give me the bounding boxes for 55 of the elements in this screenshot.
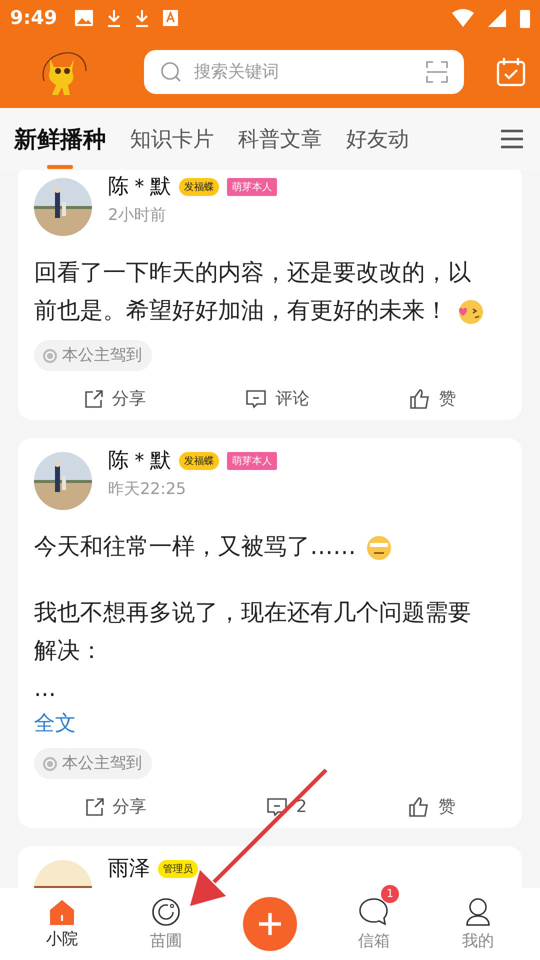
download-icon xyxy=(135,9,150,27)
house-icon xyxy=(48,898,76,924)
target-icon xyxy=(42,348,58,364)
target-icon xyxy=(42,756,58,772)
wifi-icon xyxy=(452,9,474,27)
share-icon xyxy=(84,796,105,816)
search-field[interactable]: 搜索关键词 xyxy=(144,50,464,94)
thumbs-up-icon xyxy=(408,796,430,816)
post-text: 回看了一下昨天的内容，还是要改改的，以前也是。希望好好加油，有更好的未来！ xyxy=(34,254,506,330)
chat-bubble-icon xyxy=(358,896,390,926)
post-time: 昨天22:25 xyxy=(108,479,188,500)
ring-icon xyxy=(151,896,181,926)
nav-tab[interactable]: 我的 xyxy=(462,896,494,952)
category-tab[interactable]: 科普文章 xyxy=(238,108,322,170)
like-button[interactable]: 赞 xyxy=(404,791,460,822)
thumbs-up-icon xyxy=(409,388,432,408)
download-icon xyxy=(107,9,122,27)
user-badge: 萌芽本人 xyxy=(227,452,277,470)
comment-button[interactable]: 2 xyxy=(262,791,311,822)
user-badge: 管理员 xyxy=(158,860,198,878)
font-icon xyxy=(163,10,178,26)
category-tab[interactable]: 好友动 xyxy=(346,108,409,170)
search-input[interactable]: 搜索关键词 xyxy=(192,61,416,83)
author-name: 雨泽 xyxy=(108,856,150,881)
read-more-link[interactable]: 全文 xyxy=(34,708,76,738)
menu-icon[interactable] xyxy=(500,129,524,149)
status-time: 9:49 xyxy=(10,7,58,29)
share-button[interactable]: 分享 xyxy=(80,791,151,822)
category-tab[interactable]: 新鲜播种 xyxy=(14,108,106,170)
share-icon xyxy=(84,388,104,408)
search-icon xyxy=(160,61,182,83)
signal-icon xyxy=(488,9,506,27)
comment-icon xyxy=(266,796,288,816)
post-text: 今天和往常一样，又被骂了…… xyxy=(34,528,506,566)
author-name: 陈＊默 xyxy=(108,174,171,199)
post-text: 我也不想再多说了，现在还有几个问题需要解决： ... xyxy=(34,599,472,704)
comment-icon xyxy=(245,388,268,408)
calendar-check-icon[interactable] xyxy=(496,57,526,87)
nav-tab[interactable]: 小院 xyxy=(46,898,78,950)
nav-tab[interactable]: 苗圃 xyxy=(150,896,182,952)
author-name: 陈＊默 xyxy=(108,448,171,473)
image-icon xyxy=(75,10,94,26)
like-button[interactable]: 赞 xyxy=(405,383,460,414)
comment-button[interactable]: 评论 xyxy=(241,383,314,414)
share-button[interactable]: 分享 xyxy=(80,383,150,414)
post-time: 2小时前 xyxy=(108,205,168,226)
user-badge: 发福蝶 xyxy=(179,452,219,470)
category-tab[interactable]: 知识卡片 xyxy=(130,108,214,170)
scan-icon[interactable] xyxy=(426,61,448,83)
battery-icon xyxy=(520,8,530,28)
add-button[interactable] xyxy=(243,897,297,951)
user-badge: 萌芽本人 xyxy=(227,178,277,196)
user-badge: 发福蝶 xyxy=(179,178,219,196)
plus-icon xyxy=(257,911,283,937)
person-icon xyxy=(464,896,492,926)
